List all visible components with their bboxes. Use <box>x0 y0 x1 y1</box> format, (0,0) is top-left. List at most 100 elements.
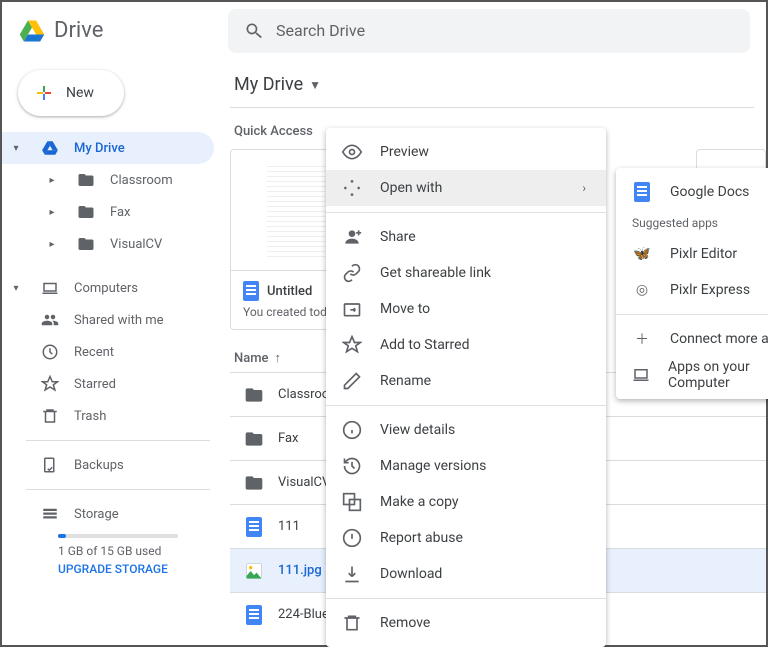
nav-trash[interactable]: Trash <box>2 400 214 432</box>
new-button-label: New <box>66 85 94 101</box>
file-type-icon <box>244 517 264 537</box>
file-type-icon <box>244 605 264 625</box>
folder-icon <box>76 171 96 189</box>
folder-icon <box>76 235 96 253</box>
ctx-preview[interactable]: Preview <box>326 134 606 170</box>
breadcrumb-label: My Drive <box>234 74 303 95</box>
nav-label: Starred <box>74 377 116 392</box>
nav-backups[interactable]: Backups <box>2 449 214 481</box>
link-icon <box>342 263 362 283</box>
file-name-label: VisualCV <box>278 475 330 490</box>
download-icon <box>342 564 362 584</box>
sidebar: New ▾ My Drive ▸ Classroom ▸ Fax ▸ Visua… <box>2 60 226 645</box>
nav-my-drive[interactable]: ▾ My Drive <box>2 132 214 164</box>
backup-icon <box>40 456 60 474</box>
ctx-manage-versions[interactable]: Manage versions <box>326 448 606 484</box>
ctx-get-link[interactable]: Get shareable link <box>326 255 606 291</box>
google-docs-icon <box>632 182 652 202</box>
ctx-report-abuse[interactable]: Report abuse <box>326 520 606 556</box>
nav-label: Fax <box>110 205 131 220</box>
search-bar[interactable]: Search Drive <box>228 9 750 53</box>
sort-arrow-up-icon: ↑ <box>275 350 282 366</box>
submenu-apps-on-computer[interactable]: Apps on your Computer <box>616 357 768 393</box>
column-name-label: Name <box>234 351 269 366</box>
file-type-icon <box>244 561 264 581</box>
computer-icon <box>40 279 60 297</box>
nav-label: VisualCV <box>110 237 162 252</box>
trash-icon <box>342 613 362 633</box>
file-type-icon <box>244 385 264 405</box>
nav-folder-fax[interactable]: ▸ Fax <box>2 196 214 228</box>
plus-icon: ＋ <box>632 329 652 349</box>
laptop-icon <box>632 366 650 384</box>
breadcrumb[interactable]: My Drive ▼ <box>230 74 754 108</box>
app-header: Drive Search Drive <box>2 2 766 60</box>
nav-starred[interactable]: Starred <box>2 368 214 400</box>
ctx-rename[interactable]: Rename <box>326 363 606 399</box>
app-title: Drive <box>54 18 103 43</box>
file-type-icon <box>244 429 264 449</box>
nav-folder-visualcv[interactable]: ▸ VisualCV <box>2 228 214 260</box>
drive-logo-icon <box>18 17 46 45</box>
app-logo[interactable]: Drive <box>18 17 228 45</box>
nav-shared[interactable]: Shared with me <box>2 304 214 336</box>
file-name-label: Fax <box>278 431 299 446</box>
file-name-label: 111.jpg <box>278 563 322 578</box>
ctx-remove[interactable]: Remove <box>326 605 606 641</box>
nav-folder-classroom[interactable]: ▸ Classroom <box>2 164 214 196</box>
pixlr-editor-icon: 🦋 <box>632 246 652 262</box>
nav-label: Shared with me <box>74 313 164 328</box>
ctx-move-to[interactable]: Move to <box>326 291 606 327</box>
ctx-make-copy[interactable]: Make a copy <box>326 484 606 520</box>
open-with-icon <box>342 178 362 198</box>
expand-icon: ▾ <box>6 283 26 294</box>
pixlr-express-icon: ◎ <box>632 282 652 298</box>
star-icon <box>342 335 362 355</box>
warning-icon <box>342 528 362 548</box>
new-button[interactable]: New <box>18 70 124 116</box>
info-icon <box>342 420 362 440</box>
card-title-label: Untitled <box>267 284 312 299</box>
nav-label: Recent <box>74 345 114 360</box>
submenu-connect-more[interactable]: ＋Connect more apps <box>616 321 768 357</box>
storage-info: 1 GB of 15 GB used UPGRADE STORAGE <box>2 530 226 576</box>
expand-icon: ▸ <box>42 239 62 250</box>
submenu-google-docs[interactable]: Google Docs <box>616 174 768 210</box>
star-icon <box>40 375 60 393</box>
upgrade-storage-link[interactable]: UPGRADE STORAGE <box>58 562 226 576</box>
search-placeholder: Search Drive <box>276 21 365 40</box>
eye-icon <box>342 142 362 162</box>
nav-label: Computers <box>74 281 138 296</box>
nav-label: Storage <box>74 507 119 522</box>
ctx-add-starred[interactable]: Add to Starred <box>326 327 606 363</box>
ctx-open-with[interactable]: Open with› <box>326 170 606 206</box>
file-name-label: 111 <box>278 519 300 534</box>
folder-icon <box>76 203 96 221</box>
pencil-icon <box>342 371 362 391</box>
submenu-suggested-heading: Suggested apps <box>616 210 768 236</box>
ctx-share[interactable]: Share <box>326 219 606 255</box>
plus-icon <box>32 81 56 105</box>
file-type-icon <box>244 473 264 493</box>
nav-storage[interactable]: Storage <box>2 498 214 530</box>
storage-used-label: 1 GB of 15 GB used <box>58 544 226 558</box>
copy-icon <box>342 492 362 512</box>
storage-icon <box>40 505 60 523</box>
nav-label: My Drive <box>74 141 125 156</box>
storage-bar <box>58 534 178 538</box>
expand-icon: ▸ <box>42 207 62 218</box>
drive-icon <box>40 139 60 157</box>
ctx-view-details[interactable]: View details <box>326 412 606 448</box>
nav-computers[interactable]: ▾ Computers <box>2 272 214 304</box>
nav-recent[interactable]: Recent <box>2 336 214 368</box>
google-docs-icon <box>243 281 259 301</box>
people-icon <box>40 311 60 329</box>
submenu-pixlr-editor[interactable]: 🦋Pixlr Editor <box>616 236 768 272</box>
chevron-down-icon: ▼ <box>309 78 321 92</box>
open-with-submenu: Google Docs Suggested apps 🦋Pixlr Editor… <box>616 168 768 399</box>
add-person-icon <box>342 227 362 247</box>
ctx-download[interactable]: Download <box>326 556 606 592</box>
expand-icon: ▾ <box>6 143 26 154</box>
submenu-pixlr-express[interactable]: ◎Pixlr Express <box>616 272 768 308</box>
nav-label: Classroom <box>110 173 173 188</box>
